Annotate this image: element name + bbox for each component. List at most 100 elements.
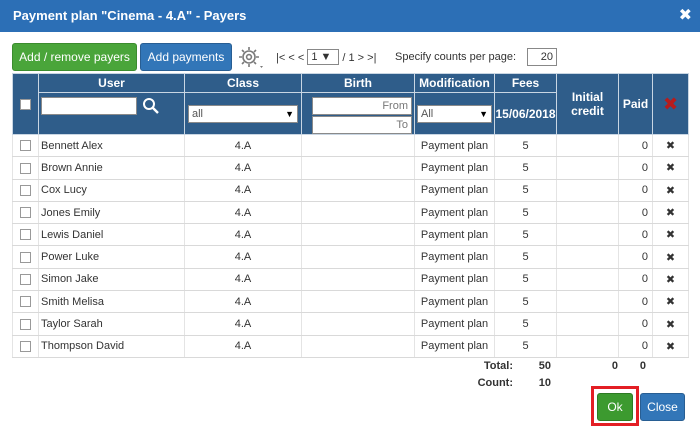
birth-cell <box>301 134 415 158</box>
chevron-down-icon: ▼ <box>320 51 332 63</box>
user-search-input[interactable] <box>41 97 137 115</box>
row-checkbox[interactable] <box>20 229 31 241</box>
row-checkbox[interactable] <box>20 340 31 352</box>
delete-icon[interactable]: ✖ <box>652 245 689 269</box>
user-link[interactable]: Taylor Sarah <box>38 312 185 336</box>
page-select[interactable]: 1 ▼ <box>307 49 340 65</box>
next-page-button[interactable]: > >| <box>358 52 377 64</box>
column-header-fees[interactable]: Fees <box>494 73 557 93</box>
user-link[interactable]: Simon Jake <box>38 268 185 292</box>
column-header-class[interactable]: Class <box>184 73 302 93</box>
delete-icon[interactable]: ✖ <box>652 268 689 292</box>
table-row[interactable]: Taylor Sarah 4.A Payment plan 5 0 ✖ <box>12 312 689 336</box>
checkbox-cell[interactable] <box>12 156 39 180</box>
close-icon[interactable]: ✖ <box>679 5 692 25</box>
delete-all-icon[interactable]: ✖ <box>663 94 678 114</box>
modification-cell: Payment plan <box>414 312 495 336</box>
table-row[interactable]: Lewis Daniel 4.A Payment plan 5 0 ✖ <box>12 223 689 247</box>
checkbox-cell[interactable] <box>12 335 39 358</box>
modification-filter-select[interactable]: All ▼ <box>417 105 492 123</box>
user-link[interactable]: Thompson David <box>38 335 185 358</box>
delete-icon[interactable]: ✖ <box>652 312 689 336</box>
delete-icon[interactable]: ✖ <box>652 223 689 247</box>
prev-page-button[interactable]: < < <box>288 52 304 64</box>
checkbox-cell[interactable] <box>12 201 39 225</box>
birth-cell <box>301 201 415 225</box>
row-checkbox[interactable] <box>20 251 31 263</box>
row-checkbox[interactable] <box>20 140 31 152</box>
pagination: |< < < 1 ▼ / 1 > >| <box>276 49 377 66</box>
column-header-initial-credit[interactable]: Initial credit <box>556 73 619 135</box>
user-link[interactable]: Power Luke <box>38 245 185 269</box>
table-row[interactable]: Smith Melisa 4.A Payment plan 5 0 ✖ <box>12 290 689 314</box>
user-link[interactable]: Smith Melisa <box>38 290 185 314</box>
counts-per-page-input[interactable]: 20 <box>527 48 557 66</box>
fees-cell[interactable]: 5 <box>494 312 557 336</box>
search-icon[interactable] <box>142 97 160 118</box>
row-checkbox[interactable] <box>20 207 31 219</box>
checkbox-cell[interactable] <box>12 134 39 158</box>
class-filter-select[interactable]: all ▼ <box>188 105 298 123</box>
table-row[interactable]: Bennett Alex 4.A Payment plan 5 0 ✖ <box>12 134 689 158</box>
class-cell: 4.A <box>184 290 302 314</box>
table-row[interactable]: Simon Jake 4.A Payment plan 5 0 ✖ <box>12 268 689 292</box>
table-row[interactable]: Jones Emily 4.A Payment plan 5 0 ✖ <box>12 201 689 225</box>
fees-cell[interactable]: 5 <box>494 335 557 358</box>
delete-icon[interactable]: ✖ <box>652 201 689 225</box>
fees-cell[interactable]: 5 <box>494 268 557 292</box>
birth-to-input[interactable]: To <box>312 116 412 134</box>
table-row[interactable]: Thompson David 4.A Payment plan 5 0 ✖ <box>12 335 689 358</box>
checkbox-cell[interactable] <box>12 245 39 269</box>
column-header-user[interactable]: User <box>38 73 185 93</box>
fees-cell[interactable]: 5 <box>494 290 557 314</box>
delete-icon[interactable]: ✖ <box>652 156 689 180</box>
modification-filter-value: All <box>421 108 434 120</box>
initial-credit-cell <box>556 312 619 336</box>
checkbox-cell[interactable] <box>12 290 39 314</box>
table-row[interactable]: Brown Annie 4.A Payment plan 5 0 ✖ <box>12 156 689 180</box>
paid-cell: 0 <box>618 156 653 180</box>
fees-cell[interactable]: 5 <box>494 156 557 180</box>
gear-icon[interactable] <box>236 44 266 72</box>
class-filter-value: all <box>192 108 204 120</box>
row-checkbox[interactable] <box>20 162 31 174</box>
fees-cell[interactable]: 5 <box>494 134 557 158</box>
user-link[interactable]: Jones Emily <box>38 201 185 225</box>
checkbox-cell[interactable] <box>12 223 39 247</box>
row-checkbox[interactable] <box>20 296 31 308</box>
delete-icon[interactable]: ✖ <box>652 335 689 358</box>
checkbox-cell[interactable] <box>12 179 39 202</box>
close-button[interactable]: Close <box>640 393 685 421</box>
checkbox-cell[interactable] <box>12 312 39 336</box>
user-link[interactable]: Cox Lucy <box>38 179 185 202</box>
column-header-paid[interactable]: Paid <box>618 73 653 135</box>
fees-cell[interactable]: 5 <box>494 245 557 269</box>
column-header-modification[interactable]: Modification <box>414 73 495 93</box>
column-header-birth[interactable]: Birth <box>301 73 415 93</box>
table-row[interactable]: Cox Lucy 4.A Payment plan 5 0 ✖ <box>12 179 689 202</box>
toolbar: Add / remove payers Add payments |< < < … <box>12 43 688 73</box>
fees-cell[interactable]: 5 <box>494 201 557 225</box>
modification-cell: Payment plan <box>414 134 495 158</box>
birth-cell <box>301 156 415 180</box>
user-link[interactable]: Brown Annie <box>38 156 185 180</box>
row-checkbox[interactable] <box>20 184 31 196</box>
row-checkbox[interactable] <box>20 274 31 286</box>
fees-cell[interactable]: 5 <box>494 179 557 202</box>
row-checkbox[interactable] <box>20 318 31 330</box>
add-remove-payers-button[interactable]: Add / remove payers <box>12 43 137 71</box>
delete-icon[interactable]: ✖ <box>652 290 689 314</box>
class-cell: 4.A <box>184 335 302 358</box>
delete-icon[interactable]: ✖ <box>652 179 689 202</box>
select-all-checkbox[interactable] <box>20 99 31 111</box>
checkbox-cell[interactable] <box>12 268 39 292</box>
add-payments-button[interactable]: Add payments <box>140 43 232 71</box>
ok-button[interactable]: Ok <box>597 393 633 421</box>
first-page-button[interactable]: |< <box>276 52 285 64</box>
user-link[interactable]: Bennett Alex <box>38 134 185 158</box>
user-link[interactable]: Lewis Daniel <box>38 223 185 247</box>
fees-cell[interactable]: 5 <box>494 223 557 247</box>
birth-from-input[interactable]: From <box>312 97 412 115</box>
table-row[interactable]: Power Luke 4.A Payment plan 5 0 ✖ <box>12 245 689 269</box>
delete-icon[interactable]: ✖ <box>652 134 689 158</box>
